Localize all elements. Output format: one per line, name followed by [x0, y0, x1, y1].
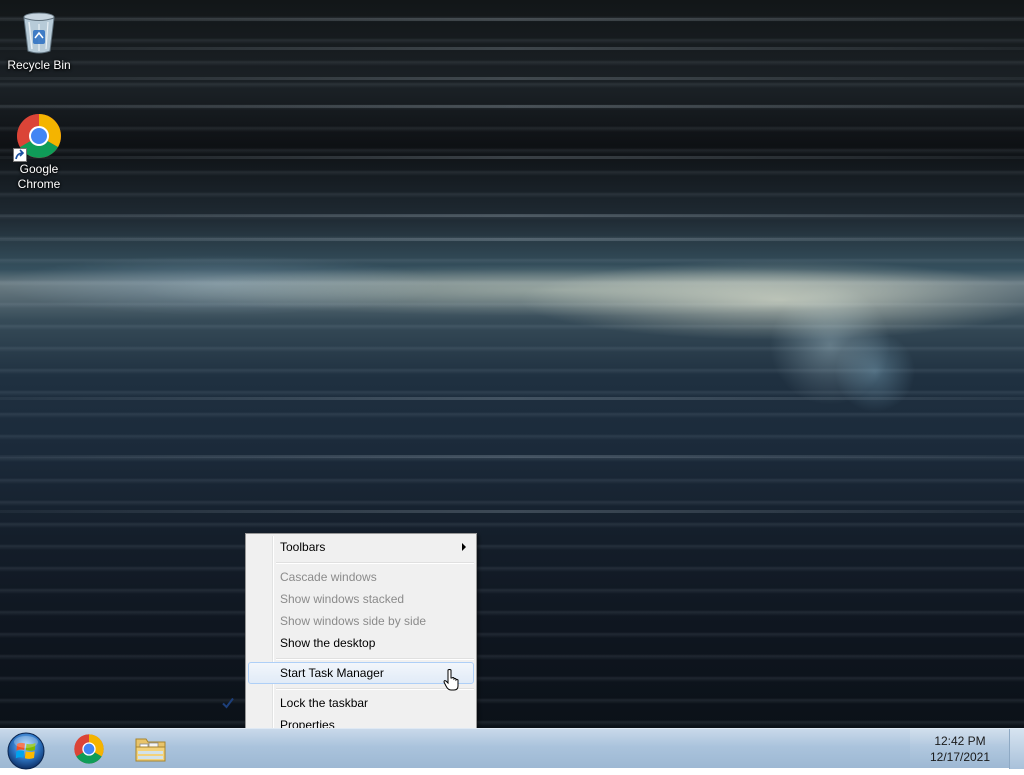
desktop-icon-google-chrome[interactable]: Google Chrome: [1, 112, 77, 192]
shortcut-arrow-icon: [13, 148, 27, 162]
tray-clock[interactable]: 12:42 PM 12/17/2021: [910, 729, 1010, 769]
show-desktop-button[interactable]: [1009, 729, 1024, 769]
menu-item-start-task-manager[interactable]: Start Task Manager: [248, 662, 474, 684]
desktop-icon-recycle-bin[interactable]: Recycle Bin: [1, 8, 77, 73]
checkmark-icon: [222, 697, 234, 709]
menu-separator: [276, 658, 474, 660]
chrome-icon: [74, 734, 104, 764]
clock-date: 12/17/2021: [929, 750, 991, 764]
chrome-icon: [13, 112, 63, 162]
taskbar-button-google-chrome[interactable]: [62, 729, 116, 769]
clock-time: 12:42 PM: [934, 734, 986, 748]
taskbar[interactable]: 12:42 PM 12/17/2021: [0, 728, 1024, 771]
menu-item-label: Toolbars: [280, 540, 326, 554]
recycle-bin-icon: [15, 8, 63, 56]
menu-separator: [276, 562, 474, 564]
recycle-bin-label: Recycle Bin: [7, 58, 71, 72]
taskbar-context-menu: Toolbars Cascade windows Show windows st…: [222, 533, 477, 738]
menu-item-show-the-desktop[interactable]: Show the desktop: [248, 632, 474, 654]
start-button[interactable]: [6, 731, 46, 771]
menu-item-label: Show windows side by side: [280, 614, 427, 628]
desktop-wallpaper[interactable]: Recycle Bin Google Chrome: [0, 0, 1024, 728]
menu-item-label: Show windows stacked: [280, 592, 405, 606]
menu-item-show-windows-stacked[interactable]: Show windows stacked: [248, 588, 474, 610]
menu-item-toolbars[interactable]: Toolbars: [248, 536, 474, 558]
menu-item-cascade-windows[interactable]: Cascade windows: [248, 566, 474, 588]
windows-start-orb-icon: [7, 732, 45, 770]
menu-item-label: Show the desktop: [280, 636, 376, 650]
menu-item-label: Cascade windows: [280, 570, 377, 584]
menu-item-lock-the-taskbar[interactable]: Lock the taskbar: [222, 692, 474, 714]
menu-item-label: Start Task Manager: [280, 666, 384, 680]
google-chrome-label: Google Chrome: [17, 162, 61, 191]
menu-item-show-windows-side-by-side[interactable]: Show windows side by side: [248, 610, 474, 632]
taskbar-button-windows-explorer[interactable]: [124, 729, 178, 769]
menu-item-label: Lock the taskbar: [280, 696, 369, 710]
folder-icon: [135, 738, 166, 762]
mouse-pointer-hand-icon: [443, 669, 459, 691]
submenu-arrow-icon: [462, 543, 466, 551]
